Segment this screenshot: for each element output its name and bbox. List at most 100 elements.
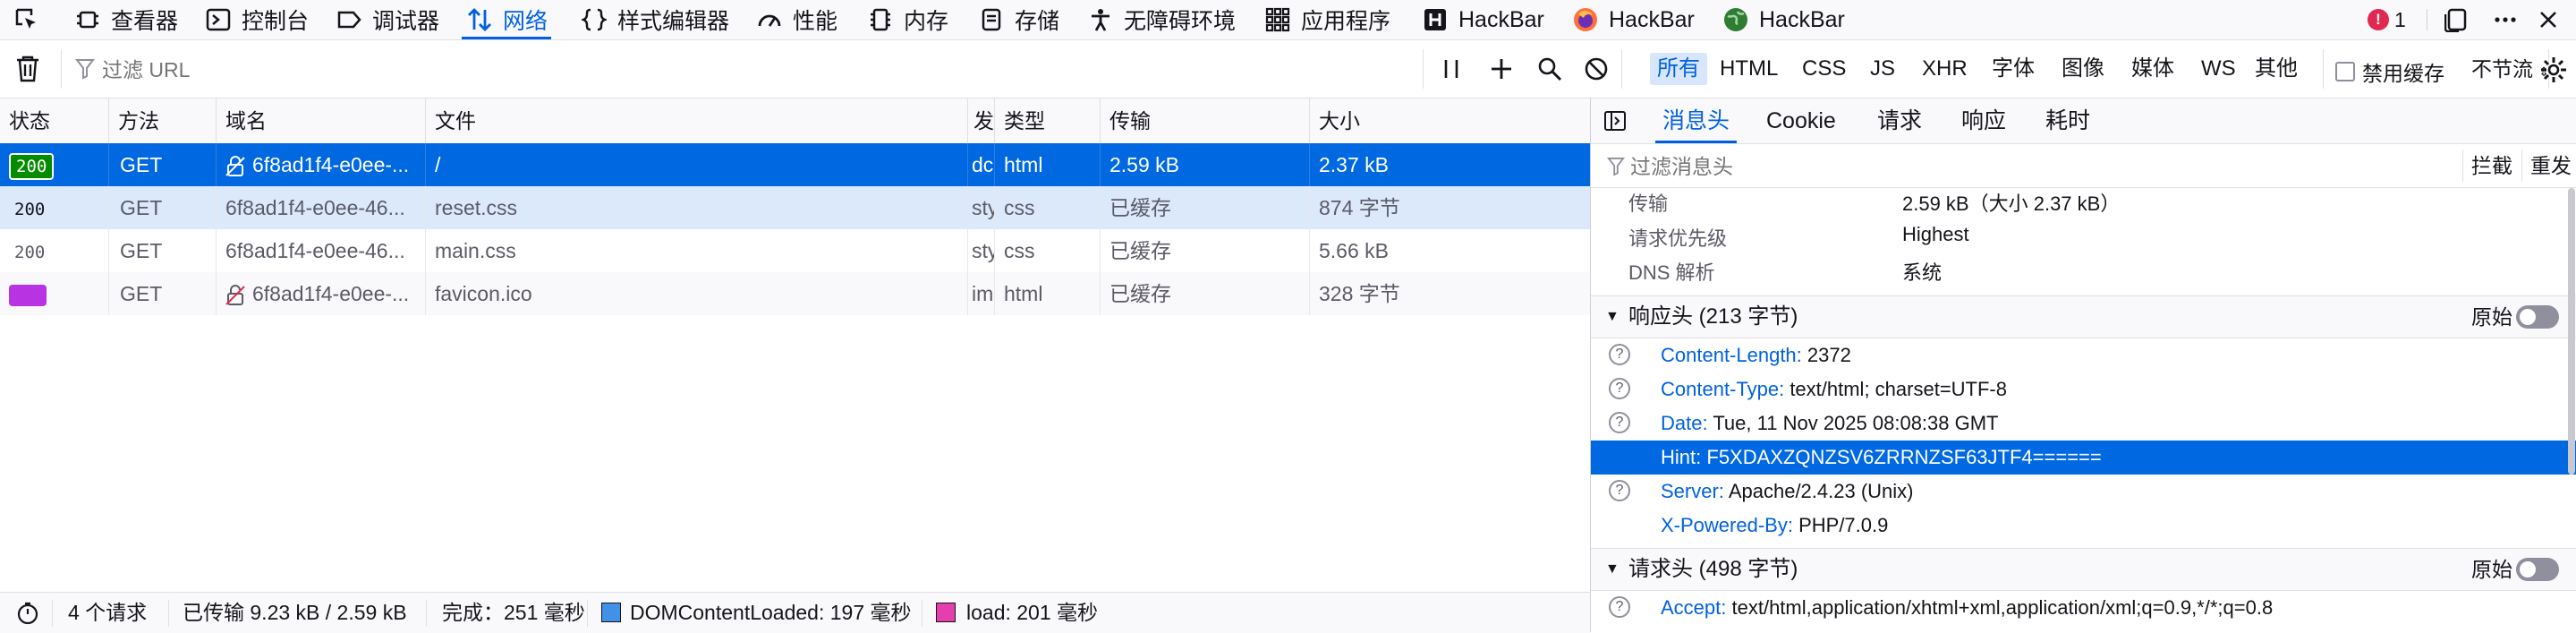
help-icon[interactable]: ? xyxy=(1609,412,1630,433)
disable-cache-checkbox[interactable]: 禁用缓存 xyxy=(2335,56,2444,87)
headers-filter-input[interactable] xyxy=(1628,150,2258,184)
tab-hackbar-2[interactable]: HackBar xyxy=(1571,0,1695,39)
filter-type-ws[interactable]: WS xyxy=(2194,53,2243,85)
size-cell: 5.66 kB xyxy=(1319,239,1389,262)
raw-toggle-switch[interactable] xyxy=(2516,305,2559,329)
tab-request[interactable]: 请求 xyxy=(1877,98,1922,143)
pause-button[interactable] xyxy=(1441,56,1462,81)
filter-url-input[interactable] xyxy=(100,53,1401,87)
filter-type-other[interactable]: 其他 xyxy=(2248,53,2305,85)
request-headers-section[interactable]: ▼ 请求头 (498 字节) 原始 xyxy=(1591,548,2576,591)
filter-type-media[interactable]: 媒体 xyxy=(2124,53,2181,85)
element-picker-icon xyxy=(13,5,41,34)
network-settings-button[interactable] xyxy=(2539,56,2568,84)
filter-type-images[interactable]: 图像 xyxy=(2054,53,2112,85)
new-request-button[interactable] xyxy=(1489,56,1514,81)
tab-headers[interactable]: 消息头 xyxy=(1654,98,1738,143)
block-request-button[interactable]: 拦截 xyxy=(2471,144,2512,187)
response-header-row[interactable]: ? Content-Type: text/html; charset=UTF-8 xyxy=(1591,372,2576,406)
finish-time: 完成：251 毫秒 xyxy=(442,601,585,624)
help-icon[interactable]: ? xyxy=(1609,596,1630,618)
tab-application[interactable]: 应用程序 xyxy=(1263,0,1390,39)
performance-icon xyxy=(755,5,784,34)
help-icon[interactable]: ? xyxy=(1609,378,1630,399)
column-header-file[interactable]: 文件 xyxy=(426,98,968,143)
column-header-transferred[interactable]: 传输 xyxy=(1101,98,1310,143)
network-icon xyxy=(465,5,494,34)
tab-inspector[interactable]: 查看器 xyxy=(73,0,178,39)
header-entry: Hint: F5XDAXZQNZSV6ZRRNZSF63JTF4====== xyxy=(1661,441,2102,475)
dock-side-icon xyxy=(2443,5,2471,34)
filter-type-css[interactable]: CSS xyxy=(1795,53,1853,85)
response-header-row[interactable]: X-Powered-By: PHP/7.0.9 xyxy=(1591,509,2576,543)
header-name: Accept: xyxy=(1661,596,1727,619)
block-requests-button[interactable] xyxy=(1584,56,1609,81)
column-header-domain[interactable]: 域名 xyxy=(217,98,426,143)
search-icon xyxy=(1538,57,1562,81)
tab-network[interactable]: 网络 xyxy=(461,0,552,39)
toggle-panel-button[interactable] xyxy=(1603,109,1627,133)
throttle-select[interactable]: 不节流 ⇕ xyxy=(2471,53,2549,85)
table-row[interactable]: 200 GET 6f8ad1f4-e0ee-46... reset.css st… xyxy=(0,186,1591,229)
tab-hackbar-3-label: HackBar xyxy=(1759,6,1845,32)
table-row[interactable]: GET 6f8ad1f4-e0ee-... favicon.ico im htm… xyxy=(0,272,1591,315)
tab-cookies[interactable]: Cookie xyxy=(1766,98,1836,143)
column-header-initiator[interactable]: 发 xyxy=(968,98,995,143)
tab-debugger[interactable]: 调试器 xyxy=(335,0,439,39)
column-header-size[interactable]: 大小 xyxy=(1310,98,1591,143)
column-header-status[interactable]: 状态 xyxy=(0,98,109,143)
tab-hackbar-3[interactable]: HackBar xyxy=(1722,0,1845,39)
tab-performance[interactable]: 性能 xyxy=(755,0,837,39)
dock-options-button[interactable] xyxy=(2443,0,2471,39)
details-scrollbar[interactable] xyxy=(2568,188,2575,475)
initiator-cell: im xyxy=(968,272,995,315)
insecure-lock-icon xyxy=(225,284,245,306)
memory-icon xyxy=(866,5,895,34)
element-picker-button[interactable] xyxy=(13,0,41,39)
transfer-cell: 已缓存 xyxy=(1101,272,1310,315)
status-cell: 200 xyxy=(0,143,109,186)
close-devtools-button[interactable] xyxy=(2534,0,2563,39)
tab-storage[interactable]: 存储 xyxy=(977,0,1059,39)
header-name: Date: xyxy=(1661,412,1708,434)
initiator-cell: dc xyxy=(968,143,995,186)
filter-type-js[interactable]: JS xyxy=(1863,53,1902,85)
error-count-button[interactable]: ! 1 xyxy=(2368,0,2406,39)
tab-accessibility[interactable]: 无障碍环境 xyxy=(1086,0,1236,39)
domain-cell: 6f8ad1f4-e0ee-... xyxy=(217,143,426,186)
tab-timings[interactable]: 耗时 xyxy=(2045,98,2090,143)
filter-type-all[interactable]: 所有 xyxy=(1650,53,1707,85)
clear-requests-button[interactable] xyxy=(14,55,41,83)
resend-button[interactable]: 重发 xyxy=(2530,144,2572,187)
filter-type-html[interactable]: HTML xyxy=(1713,53,1785,85)
column-header-type[interactable]: 类型 xyxy=(995,98,1101,143)
summary-value-priority: Highest xyxy=(1902,223,1969,245)
tab-memory[interactable]: 内存 xyxy=(866,0,948,39)
tab-response[interactable]: 响应 xyxy=(1961,98,2006,143)
column-header-method[interactable]: 方法 xyxy=(109,98,217,143)
response-header-row[interactable]: ? Server: Apache/2.4.23 (Unix) xyxy=(1591,475,2576,509)
help-icon[interactable]: ? xyxy=(1609,480,1630,501)
tab-hackbar-1[interactable]: HackBar xyxy=(1421,0,1544,39)
table-row[interactable]: 200 GET 6f8ad1f4-e0ee-46... main.css sty… xyxy=(0,229,1591,272)
tab-style-editor[interactable]: 样式编辑器 xyxy=(580,0,729,39)
response-header-row-selected[interactable]: Hint: F5XDAXZQNZSV6ZRRNZSF63JTF4====== xyxy=(1591,441,2576,475)
search-button[interactable] xyxy=(1537,56,1562,81)
header-entry: Content-Length: 2372 xyxy=(1661,338,1851,372)
response-header-row[interactable]: ? Content-Length: 2372 xyxy=(1591,338,2576,372)
method-cell: GET xyxy=(109,229,217,272)
filter-type-xhr[interactable]: XHR xyxy=(1915,53,1975,85)
help-icon[interactable]: ? xyxy=(1609,344,1630,365)
method-cell: GET xyxy=(109,272,217,315)
filter-type-fonts[interactable]: 字体 xyxy=(1985,53,2042,85)
response-headers-section[interactable]: ▼ 响应头 (213 字节) 原始 xyxy=(1591,295,2576,338)
more-options-button[interactable] xyxy=(2491,0,2520,39)
table-row[interactable]: 200 GET 6f8ad1f4-e0ee-... / dc html 2.59… xyxy=(0,143,1591,186)
request-header-row[interactable]: ? Accept: text/html,application/xhtml+xm… xyxy=(1591,591,2576,625)
type-filter-separator-2 xyxy=(2323,49,2324,89)
tab-console[interactable]: 控制台 xyxy=(204,0,309,39)
header-entry: X-Powered-By: PHP/7.0.9 xyxy=(1661,509,1888,543)
performance-analysis-button[interactable] xyxy=(16,602,39,625)
response-header-row[interactable]: ? Date: Tue, 11 Nov 2025 08:08:38 GMT xyxy=(1591,406,2576,441)
raw-toggle-switch[interactable] xyxy=(2516,558,2559,581)
